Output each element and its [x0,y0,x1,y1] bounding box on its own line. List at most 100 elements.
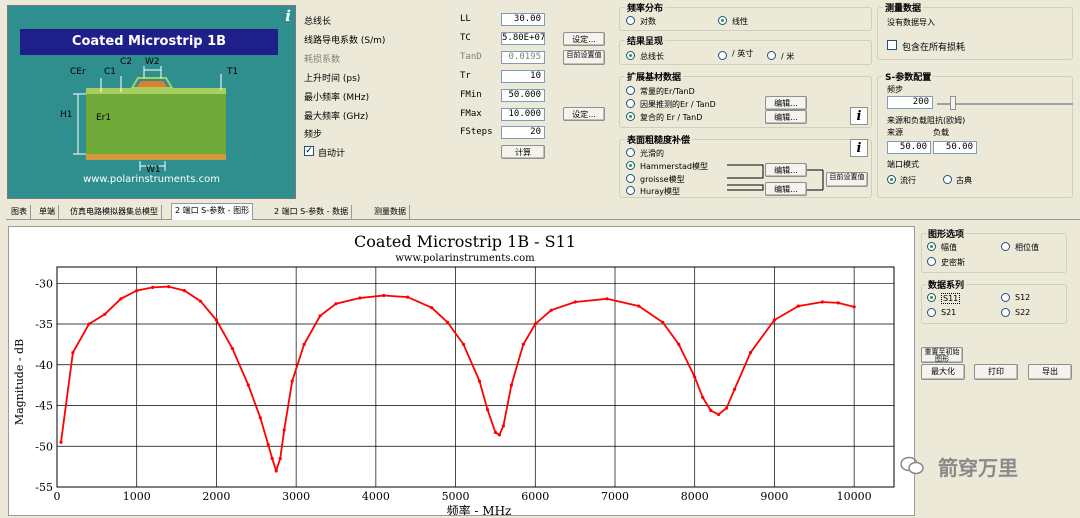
watermark-text: 箭穿万里 [938,456,1018,480]
radio-magnitude[interactable] [927,242,936,251]
param-label: 线路导电系数 (S/m) [304,36,386,46]
calculate-button[interactable]: 计算 [501,145,545,159]
x-tick-label: 4000 [362,490,390,503]
radio-huray[interactable] [626,186,635,195]
param-label: 耗损系数 [304,55,341,65]
ll-input[interactable]: 30.00 [501,13,545,26]
huray-edit-button[interactable]: 编辑... [765,182,807,196]
hammerstad-edit-button[interactable]: 编辑... [765,163,807,177]
s11-data-point [318,314,322,318]
s11-data-point [549,308,553,312]
param-symbol: TC [460,33,471,43]
radio-per-inch[interactable] [718,51,727,60]
s11-data-point [406,295,410,299]
radio-s22[interactable] [1001,308,1010,317]
radio-total-length[interactable] [626,51,635,60]
radio-hammerstad[interactable] [626,161,635,170]
freq-step-slider-track[interactable] [937,103,1073,105]
radio-s11[interactable] [927,293,936,302]
s11-data-point [182,289,187,293]
radio-log[interactable] [626,16,635,25]
param-symbol: FMax [460,109,482,119]
x-tick-label: 7000 [601,490,629,503]
radio-port-modern[interactable] [887,175,896,184]
trace-shape [136,81,168,88]
radio-s12[interactable] [1001,293,1010,302]
auto-calc-checkbox[interactable]: ✓ [304,146,314,156]
radio-label: 总线长 [640,52,664,61]
radio-smith[interactable] [927,257,936,266]
radio-constant-er[interactable] [626,86,635,95]
maximize-button[interactable]: 最大化 [921,364,965,380]
load-label: 负载 [933,128,949,137]
redraw-initial-button[interactable]: 重置至初始图形 [921,347,963,363]
fsteps-input[interactable]: 20 [501,126,545,139]
param-symbol: FSteps [460,127,493,137]
label-h1: H1 [60,110,73,120]
export-button[interactable]: 导出 [1028,364,1072,380]
s11-data-point [637,304,641,308]
radio-causal-er[interactable] [626,99,635,108]
tc-input[interactable]: 5.80E+07 [501,32,545,45]
radio-label: / 英寸 [732,49,754,58]
radio-label: 对数 [640,17,656,26]
tab-strip-divider [6,219,1080,220]
auto-calc-label: 自动计 [318,149,346,159]
s11-data-point [820,300,824,304]
radio-linear[interactable] [718,16,727,25]
tab-single-ended[interactable]: 单端 [36,205,59,220]
tand-current-button[interactable]: 目前设置值 [563,50,605,65]
s11-data-point [701,395,705,399]
info-icon[interactable]: i [850,139,868,157]
causal-edit-button[interactable]: 编辑... [765,96,807,110]
roughness-current-button[interactable]: 目前设置值 [826,172,868,187]
tand-input[interactable]: 0.0195 [501,51,545,64]
s11-data-point [59,440,63,444]
radio-complex-er[interactable] [626,112,635,121]
tab-sparam-data[interactable]: 2 端口 S-参数 - 数据 [271,205,353,220]
print-button[interactable]: 打印 [974,364,1018,380]
tab-measured-data[interactable]: 测量数据 [371,205,410,220]
chart-subtitle: www.polarinstruments.com [395,253,535,264]
label-c2: C2 [120,57,133,67]
stackup-diagram: Coated Microstrip 1B i CEr C1 C2 W2 T1 H… [7,5,296,199]
y-tick-label: -55 [35,481,53,494]
radio-smooth[interactable] [626,148,635,157]
s11-data-point [278,456,282,461]
s11-data-point [605,297,609,301]
y-tick-label: -40 [35,359,53,372]
diagram-url: www.polarinstruments.com [83,174,220,185]
tab-lumped-model[interactable]: 仿真电路模拟器集总模型 [67,205,162,220]
radio-s21[interactable] [927,308,936,317]
s11-data-point [258,416,262,420]
info-icon[interactable]: i [850,107,868,125]
s11-data-point [717,412,721,417]
freq-step-input[interactable]: 200 [887,96,933,109]
radio-groisse[interactable] [626,174,635,183]
s11-data-point [677,342,681,346]
fmin-input[interactable]: 50.000 [501,89,545,102]
tc-set-button[interactable]: 设定... [563,32,605,46]
freq-step-slider-thumb[interactable] [950,96,956,110]
tab-sparam-graph[interactable]: 2 端口 S-参数 - 图形 [171,203,254,220]
load-impedance-input[interactable]: 50.00 [933,141,977,154]
include-loss-checkbox[interactable] [887,40,897,50]
x-tick-label: 5000 [442,490,470,503]
tab-chart[interactable]: 图表 [8,205,31,220]
complex-edit-button[interactable]: 编辑... [765,110,807,124]
x-tick-label: 0 [54,490,61,503]
radio-phase[interactable] [1001,242,1010,251]
s11-data-point [796,304,800,308]
s11-data-point [358,296,362,300]
s11-data-point [709,408,713,412]
tr-input[interactable]: 10 [501,70,545,83]
port-mode-label: 端口模式 [887,160,919,169]
freq-set-button[interactable]: 设定... [563,107,605,121]
source-impedance-input[interactable]: 50.00 [887,141,931,154]
y-tick-label: -50 [35,440,53,453]
radio-per-meter[interactable] [767,51,776,60]
param-label: 上升时间 (ps) [304,74,361,84]
fmax-input[interactable]: 10.000 [501,108,545,121]
label-c1: C1 [104,67,117,77]
radio-port-classic[interactable] [943,175,952,184]
